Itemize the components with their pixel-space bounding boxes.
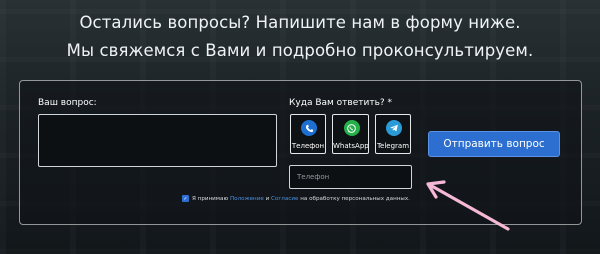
annotation-arrow: [426, 180, 510, 231]
